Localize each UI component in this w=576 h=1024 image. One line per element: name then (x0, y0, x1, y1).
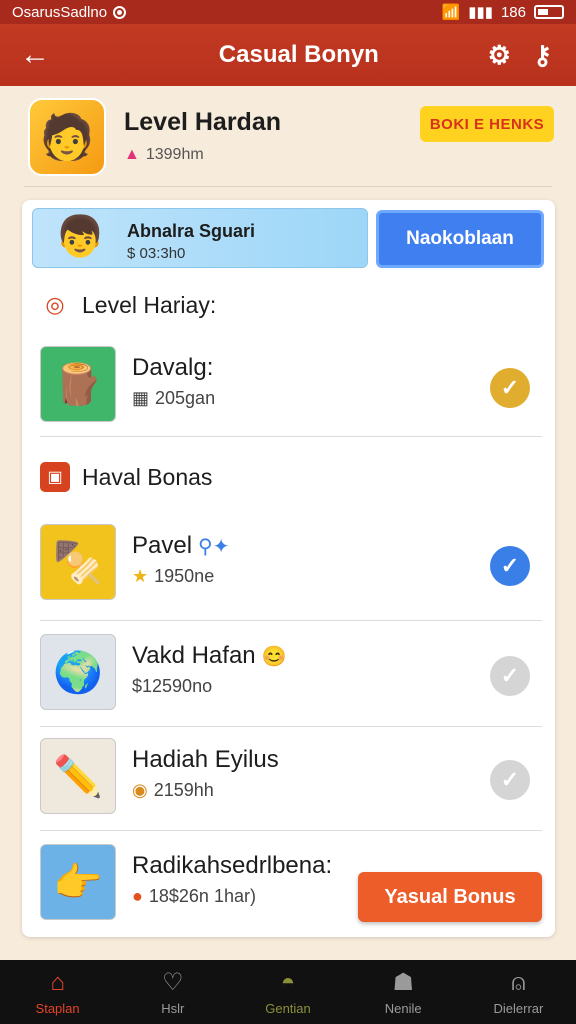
nav-item-cake[interactable]: ◓ Gentian (230, 960, 345, 1024)
search-star-icon: ⚲✦ (198, 536, 230, 558)
page-title: Casual Bonyn (218, 41, 379, 68)
list-item[interactable]: 🌍 Vakd Hafan 😊 $12590no ✓ (40, 624, 544, 724)
profile-header: 🧑 Level Hardan ▲ 1399hm BOKI E HENKS (0, 86, 576, 186)
flame-icon: ● (132, 886, 143, 906)
item-sub: ▦ 205gan (132, 388, 215, 409)
divider (40, 620, 542, 621)
stick-icon: 🍢 (40, 524, 116, 600)
gift-icon: ▣ (40, 462, 70, 492)
status-badge[interactable]: BOKI E HENKS (420, 106, 554, 142)
check-icon[interactable]: ✓ (490, 656, 530, 696)
item-sub-value: 205gan (155, 388, 216, 408)
item-sub-value: 18$26n 1har) (148, 886, 256, 906)
heart-icon: ♡ (162, 969, 184, 996)
battery-icon (534, 5, 564, 19)
check-icon[interactable]: ✓ (490, 546, 530, 586)
item-title-text: Pavel (132, 532, 193, 559)
section-label: Haval Bonas (82, 463, 213, 490)
promo-title: Abnalra Sguari (127, 221, 256, 241)
section-label: Level Hariay: (82, 291, 217, 318)
target-icon: ◎ (45, 292, 65, 317)
profile-icon: ⍝ (511, 968, 526, 996)
item-title: Radikahsedrlbena: (132, 852, 333, 879)
promo-button[interactable]: Naokoblaan (376, 210, 544, 268)
divider (40, 726, 542, 727)
hand-icon: 👉 (40, 844, 116, 920)
check-icon[interactable]: ✓ (490, 760, 530, 800)
divider (40, 436, 542, 437)
item-sub: ● 18$26n 1har) (132, 886, 256, 907)
smile-emoji-icon: 😊 (261, 646, 287, 668)
promo-banner[interactable]: 👦 Abnalra Sguari $ 03:3h0 (32, 208, 368, 268)
status-bar: OsarusSadlno 📶 ▮▮▮ 186 (0, 0, 576, 24)
item-title: Pavel ⚲✦ (132, 532, 229, 560)
nav-item-home[interactable]: ⌂ Staplan (0, 960, 115, 1024)
profile-sub: ▲ 1399hm (124, 146, 204, 164)
avatar[interactable]: 🧑 (28, 98, 106, 176)
cup-icon: 🪵 (40, 346, 116, 422)
home-icon: ⌂ (50, 968, 65, 996)
check-icon[interactable]: ✓ (490, 368, 530, 408)
nav-item-person[interactable]: ☗ Nenile (346, 960, 461, 1024)
status-time: 186 (500, 3, 526, 21)
coin-icon: ◉ (132, 780, 148, 800)
bonus-card: 👦 Abnalra Sguari $ 03:3h0 Naokoblaan ◎ L… (22, 200, 555, 937)
nav-label: Nenile (384, 1001, 422, 1016)
bottom-nav: ⌂ Staplan ♡ Hslr ◓ Gentian ☗ Nenile ⍝ Di… (0, 960, 576, 1024)
globe-icon: 🌍 (40, 634, 116, 710)
divider (24, 186, 552, 187)
nav-label: Hslr (161, 1001, 185, 1016)
divider (40, 830, 542, 831)
item-sub: $12590no (132, 676, 213, 696)
nav-label: Dielerrar (493, 1000, 544, 1016)
section-header-level: ◎ Level Hariay: (40, 290, 216, 320)
section-header-bonus: ▣ Haval Bonas (40, 462, 212, 492)
box-icon: ▦ (132, 388, 150, 408)
back-arrow-icon[interactable]: ← (0, 38, 70, 72)
promo-subtitle: $ 03:3h0 (127, 245, 186, 262)
key-icon[interactable]: ⚷ (533, 40, 552, 71)
item-title: Davalg: (132, 354, 214, 381)
status-app-name: OsarusSadlno (12, 3, 108, 21)
wifi-icon: 📶 (441, 4, 461, 21)
record-icon (113, 5, 127, 19)
app-bar: ← Casual Bonyn ⚙ ⚷ (0, 24, 576, 86)
item-sub-value: 1950ne (154, 566, 215, 586)
item-sub-value: 2159hh (153, 780, 214, 800)
nav-label: Gentian (265, 1000, 311, 1016)
person-icon: ☗ (392, 969, 414, 996)
nav-label: Staplan (35, 1000, 80, 1016)
item-sub: ◉ 2159hh (132, 780, 214, 801)
list-item[interactable]: 🍢 Pavel ⚲✦ ★ 1950ne ✓ (40, 514, 544, 614)
item-title: Vakd Hafan 😊 (132, 642, 287, 670)
star-icon: ★ (132, 566, 149, 586)
casual-bonus-button[interactable]: Yasual Bonus (358, 872, 542, 922)
triangle-icon: ▲ (124, 146, 140, 163)
signal-icon: ▮▮▮ (468, 4, 493, 21)
item-sub: ★ 1950ne (132, 566, 214, 587)
pencil-icon: ✏️ (40, 738, 116, 814)
item-title-text: Vakd Hafan (132, 642, 256, 669)
profile-sub-value: 1399hm (145, 146, 204, 163)
profile-name: Level Hardan (124, 108, 282, 136)
cake-icon: ◓ (280, 968, 296, 996)
list-item[interactable]: 🪵 Davalg: ▦ 205gan ✓ (40, 336, 544, 436)
boy-avatar-icon: 👦 (55, 215, 105, 259)
item-title: Hadiah Eyilus (132, 746, 279, 773)
settings-gear-icon[interactable]: ⚙ (488, 40, 511, 71)
nav-item-heart[interactable]: ♡ Hslr (115, 960, 230, 1024)
nav-item-profile[interactable]: ⍝ Dielerrar (461, 960, 576, 1024)
list-item[interactable]: ✏️ Hadiah Eyilus ◉ 2159hh ✓ (40, 728, 544, 828)
